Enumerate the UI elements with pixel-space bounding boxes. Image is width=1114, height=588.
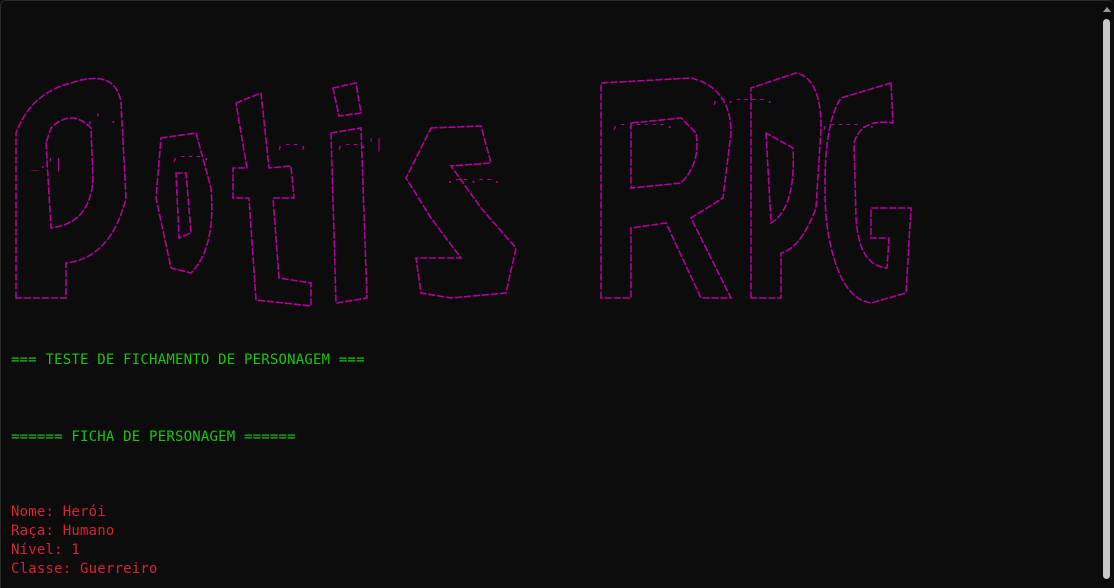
svg-text:,---.: ,---. <box>171 149 210 164</box>
svg-text:.--.--.: .--.--. <box>446 172 501 187</box>
field-name: Nome: Herói <box>11 504 106 520</box>
vertical-scrollbar[interactable] <box>1100 1 1114 588</box>
terminal-output: _.'| ,' .' ,---. ,--, ,--.'| .--.--. ,-.… <box>11 1 1096 588</box>
svg-text:,-.----.: ,-.----. <box>711 92 774 107</box>
svg-text:,--,: ,--, <box>276 137 307 152</box>
scroll-thumb[interactable] <box>1103 19 1110 579</box>
test-header: === TESTE DE FICHAMENTO DE PERSONAGEM ==… <box>11 352 365 368</box>
svg-text:,----..: ,----.. <box>821 117 876 132</box>
terminal-window: _.'| ,' .' ,---. ,--, ,--.'| .--.--. ,-.… <box>0 0 1114 588</box>
sheet-header: ====== FICHA DE PERSONAGEM ====== <box>11 429 296 445</box>
svg-text:,-.----.: ,-.----. <box>611 117 674 132</box>
scroll-up-arrow-icon[interactable] <box>1103 7 1111 12</box>
ascii-art-banner: _.'| ,' .' ,---. ,--, ,--.'| .--.--. ,-.… <box>11 48 1096 318</box>
svg-text:_.'|: _.'| <box>31 157 62 172</box>
field-level: Nível: 1 <box>11 542 81 558</box>
ascii-art-strokes <box>15 72 912 307</box>
field-race: Raça: Humano <box>11 523 115 539</box>
field-class: Classe: Guerreiro <box>11 561 158 577</box>
svg-text:,' .': ,' .' <box>86 112 125 127</box>
svg-text:,--.'|: ,--.'| <box>336 137 383 152</box>
